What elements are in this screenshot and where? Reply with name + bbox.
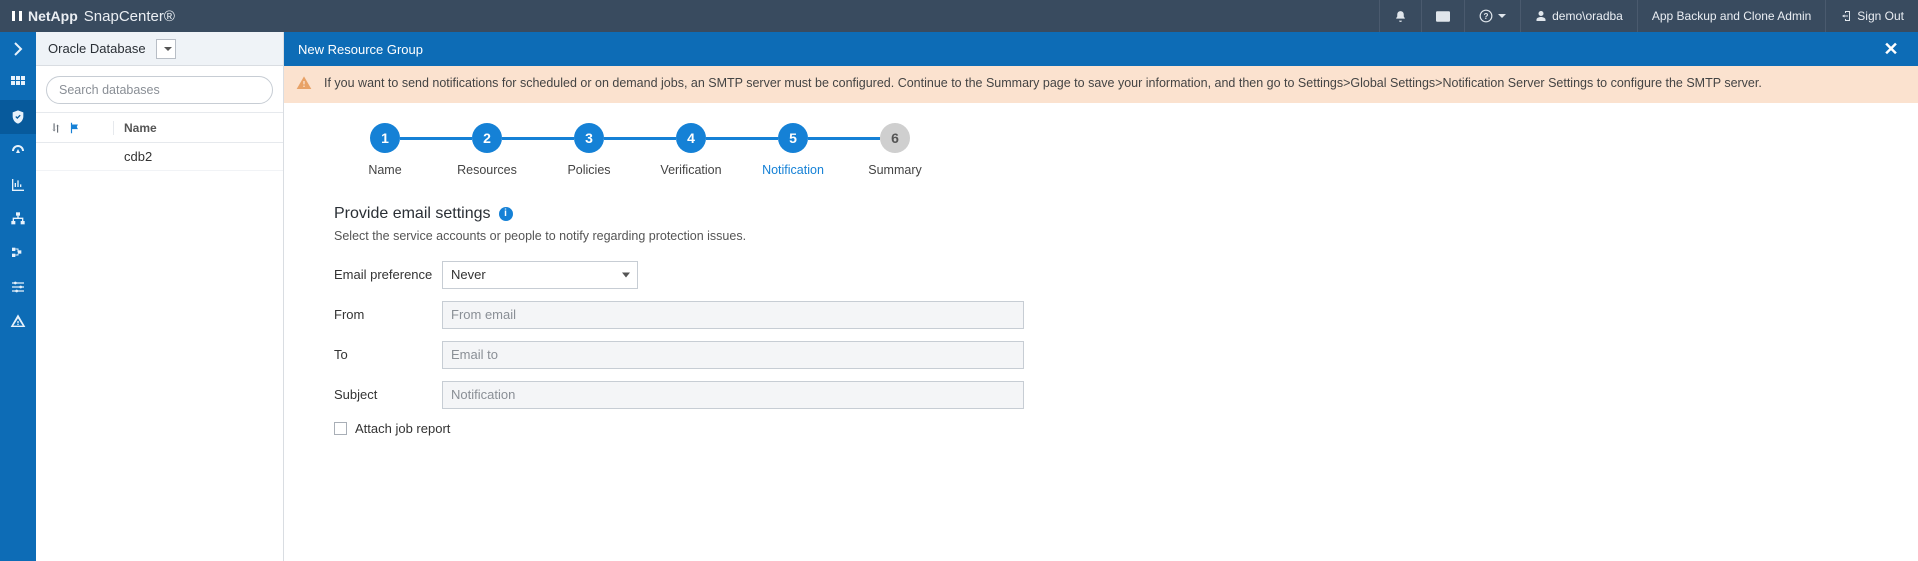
sort-icon[interactable] <box>50 121 64 135</box>
role-label[interactable]: App Backup and Clone Admin <box>1637 0 1825 32</box>
step-name[interactable]: 1Name <box>334 123 436 177</box>
attach-report-row[interactable]: Attach job report <box>334 421 1898 436</box>
attach-report-label: Attach job report <box>355 421 450 436</box>
resource-sidebar: Oracle Database Name cdb2 <box>36 32 284 561</box>
signout-icon <box>1840 10 1852 22</box>
help-button[interactable]: ? <box>1464 0 1520 32</box>
label-email-preference: Email preference <box>334 267 442 282</box>
nav-alerts[interactable] <box>0 304 36 338</box>
flag-icon[interactable] <box>68 121 82 135</box>
nav-expand[interactable] <box>0 32 36 66</box>
close-button[interactable]: ✕ <box>1878 39 1904 60</box>
hierarchy-icon <box>10 211 26 227</box>
row-name: cdb2 <box>114 149 283 164</box>
svg-text:?: ? <box>1484 12 1489 21</box>
step-summary[interactable]: 6Summary <box>844 123 946 177</box>
subject-input[interactable] <box>442 381 1024 409</box>
user-menu[interactable]: demo\oradba <box>1520 0 1637 32</box>
sliders-icon <box>10 279 26 295</box>
content-header: New Resource Group ✕ <box>284 32 1918 66</box>
nav-storage[interactable] <box>0 236 36 270</box>
blocks-icon <box>10 245 26 261</box>
chevron-down-icon <box>622 272 630 277</box>
vendor-logo: NetApp <box>10 8 78 24</box>
nav-monitor[interactable] <box>0 134 36 168</box>
left-nav <box>0 32 36 561</box>
section-title: Provide email settings i <box>334 205 1898 223</box>
nav-settings[interactable] <box>0 270 36 304</box>
step-verification[interactable]: 4Verification <box>640 123 742 177</box>
warning-text: If you want to send notifications for sc… <box>324 76 1762 90</box>
notifications-button[interactable] <box>1379 0 1421 32</box>
step-resources[interactable]: 2Resources <box>436 123 538 177</box>
warning-icon <box>296 75 312 91</box>
grid-icon <box>10 75 26 91</box>
info-icon[interactable]: i <box>499 207 513 221</box>
label-subject: Subject <box>334 387 442 402</box>
chevron-down-icon <box>164 47 172 51</box>
sign-out-button[interactable]: Sign Out <box>1825 0 1918 32</box>
to-input[interactable] <box>442 341 1024 369</box>
bell-icon <box>1394 10 1407 23</box>
sidebar-title: Oracle Database <box>48 41 146 56</box>
sidebar-header: Oracle Database <box>36 32 283 66</box>
user-icon <box>1535 10 1547 22</box>
from-input[interactable] <box>442 301 1024 329</box>
brand: NetApp SnapCenter® <box>0 8 175 25</box>
label-from: From <box>334 307 442 322</box>
checkbox-icon[interactable] <box>334 422 347 435</box>
alert-icon <box>10 313 26 329</box>
user-name: demo\oradba <box>1552 9 1623 23</box>
search-input[interactable] <box>46 76 273 104</box>
step-policies[interactable]: 3Policies <box>538 123 640 177</box>
product-name: SnapCenter® <box>84 8 175 25</box>
column-name[interactable]: Name <box>114 121 283 135</box>
gauge-icon <box>10 143 26 159</box>
wizard-stepper: 1Name 2Resources 3Policies 4Verification… <box>334 123 1898 177</box>
email-preference-select[interactable] <box>442 261 638 289</box>
nav-hosts[interactable] <box>0 202 36 236</box>
sidebar-dropdown[interactable] <box>156 39 176 59</box>
page-title: New Resource Group <box>298 42 423 57</box>
label-to: To <box>334 347 442 362</box>
nav-dashboard[interactable] <box>0 66 36 100</box>
shield-check-icon <box>10 109 26 125</box>
warning-banner: If you want to send notifications for sc… <box>284 66 1918 103</box>
table-row[interactable]: cdb2 <box>36 143 283 171</box>
help-icon: ? <box>1479 9 1493 23</box>
content-area: New Resource Group ✕ If you want to send… <box>284 32 1918 561</box>
mail-icon <box>1436 11 1450 22</box>
vendor-name: NetApp <box>28 8 78 24</box>
chart-icon <box>10 177 26 193</box>
nav-resources[interactable] <box>0 100 36 134</box>
nav-reports[interactable] <box>0 168 36 202</box>
step-notification[interactable]: 5Notification <box>742 123 844 177</box>
chevron-right-icon <box>13 42 23 56</box>
chevron-down-icon <box>1498 14 1506 18</box>
sidebar-table-header: Name <box>36 113 283 143</box>
top-bar: NetApp SnapCenter® ? demo\oradba App Bac… <box>0 0 1918 32</box>
messages-button[interactable] <box>1421 0 1464 32</box>
section-subtitle: Select the service accounts or people to… <box>334 229 1898 243</box>
